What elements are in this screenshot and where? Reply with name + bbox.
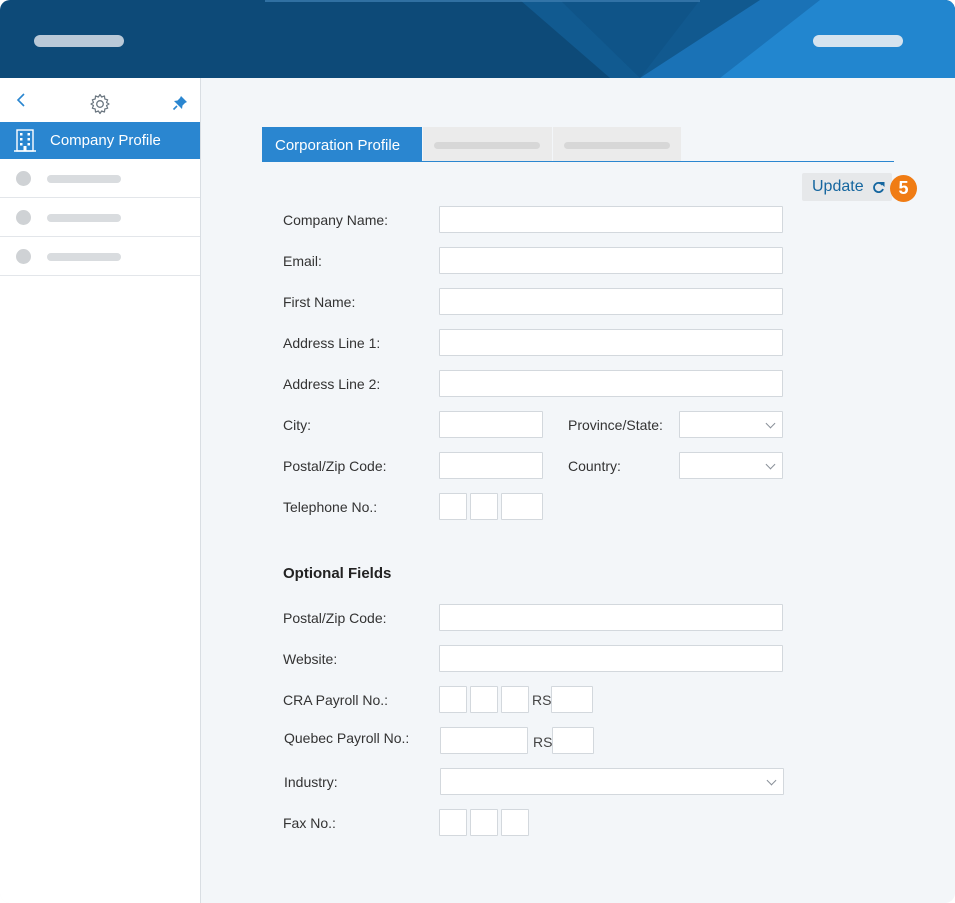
tab-placeholder-2[interactable] [423, 127, 552, 161]
quebec-payroll-label: Quebec Payroll No.: [284, 730, 410, 746]
cra-rs-input[interactable] [551, 686, 593, 713]
province-state-select[interactable] [679, 411, 783, 438]
quebec-rs-label: RS [533, 734, 553, 750]
address-line-2-input[interactable] [439, 370, 783, 397]
optional-postal-code-input[interactable] [439, 604, 783, 631]
telephone-label: Telephone No.: [283, 499, 378, 515]
company-name-label: Company Name: [283, 212, 389, 228]
city-label: City: [283, 417, 311, 433]
sidebar-item-dot-icon [16, 210, 31, 225]
address-line-1-input[interactable] [439, 329, 783, 356]
back-chevron-icon[interactable] [15, 92, 27, 113]
company-name-input[interactable] [439, 206, 783, 233]
optional-postal-code-label: Postal/Zip Code: [283, 610, 387, 626]
sidebar-item-dot-icon [16, 171, 31, 186]
optional-fields-heading: Optional Fields [283, 565, 392, 582]
header-right-placeholder [813, 35, 903, 47]
industry-label: Industry: [284, 774, 338, 790]
building-icon [14, 129, 36, 157]
first-name-input[interactable] [439, 288, 783, 315]
pin-icon[interactable] [172, 95, 188, 116]
sidebar-item-placeholder-text [47, 214, 121, 222]
telephone-area-code-input[interactable] [439, 493, 467, 520]
website-label: Website: [283, 651, 338, 667]
province-state-label: Province/State: [568, 417, 663, 433]
telephone-prefix-input[interactable] [470, 493, 498, 520]
sidebar-item-company-profile[interactable]: Company Profile [0, 122, 200, 159]
email-label: Email: [283, 253, 322, 269]
country-label: Country: [568, 458, 621, 474]
email-input[interactable] [439, 247, 783, 274]
cra-payroll-label: CRA Payroll No.: [283, 692, 389, 708]
postal-code-input[interactable] [439, 452, 543, 479]
industry-select[interactable] [440, 768, 784, 795]
tab-corporation-profile[interactable]: Corporation Profile [262, 127, 422, 161]
sidebar-item-label: Company Profile [50, 132, 161, 149]
sidebar-item-placeholder-1[interactable] [0, 159, 200, 198]
tab-label: Corporation Profile [275, 137, 401, 154]
website-input[interactable] [439, 645, 783, 672]
fax-line-input[interactable] [501, 809, 529, 836]
first-name-label: First Name: [283, 294, 356, 310]
header-left-placeholder [34, 35, 124, 47]
header-decoration [265, 0, 955, 78]
sidebar-item-placeholder-3[interactable] [0, 237, 200, 276]
telephone-line-input[interactable] [501, 493, 543, 520]
tab-bar: Corporation Profile [262, 127, 894, 162]
refresh-icon [872, 181, 885, 199]
sidebar-item-placeholder-text [47, 253, 121, 261]
sidebar-item-placeholder-2[interactable] [0, 198, 200, 237]
app-window: Company Profile Corporation Profile Upda… [0, 0, 955, 903]
update-label: Update [812, 178, 864, 195]
address-line-2-label: Address Line 2: [283, 376, 381, 392]
tab-placeholder-text [564, 142, 670, 149]
sidebar: Company Profile [0, 78, 201, 903]
fax-area-code-input[interactable] [439, 809, 467, 836]
step-badge: 5 [890, 175, 917, 202]
quebec-payroll-input[interactable] [440, 727, 528, 754]
tab-placeholder-3[interactable] [553, 127, 681, 161]
cra-payroll-part-1-input[interactable] [439, 686, 467, 713]
cra-payroll-part-3-input[interactable] [501, 686, 529, 713]
cra-rs-label: RS [532, 692, 552, 708]
fax-prefix-input[interactable] [470, 809, 498, 836]
address-line-1-label: Address Line 1: [283, 335, 381, 351]
postal-code-label: Postal/Zip Code: [283, 458, 387, 474]
cra-payroll-part-2-input[interactable] [470, 686, 498, 713]
quebec-rs-input[interactable] [552, 727, 594, 754]
city-input[interactable] [439, 411, 543, 438]
country-select[interactable] [679, 452, 783, 479]
sidebar-toolbar [0, 78, 200, 122]
sidebar-item-placeholder-text [47, 175, 121, 183]
gear-icon[interactable] [89, 93, 111, 120]
update-button[interactable]: Update [802, 173, 892, 201]
sidebar-item-dot-icon [16, 249, 31, 264]
fax-label: Fax No.: [283, 815, 336, 831]
top-header [0, 0, 955, 78]
tab-placeholder-text [434, 142, 540, 149]
